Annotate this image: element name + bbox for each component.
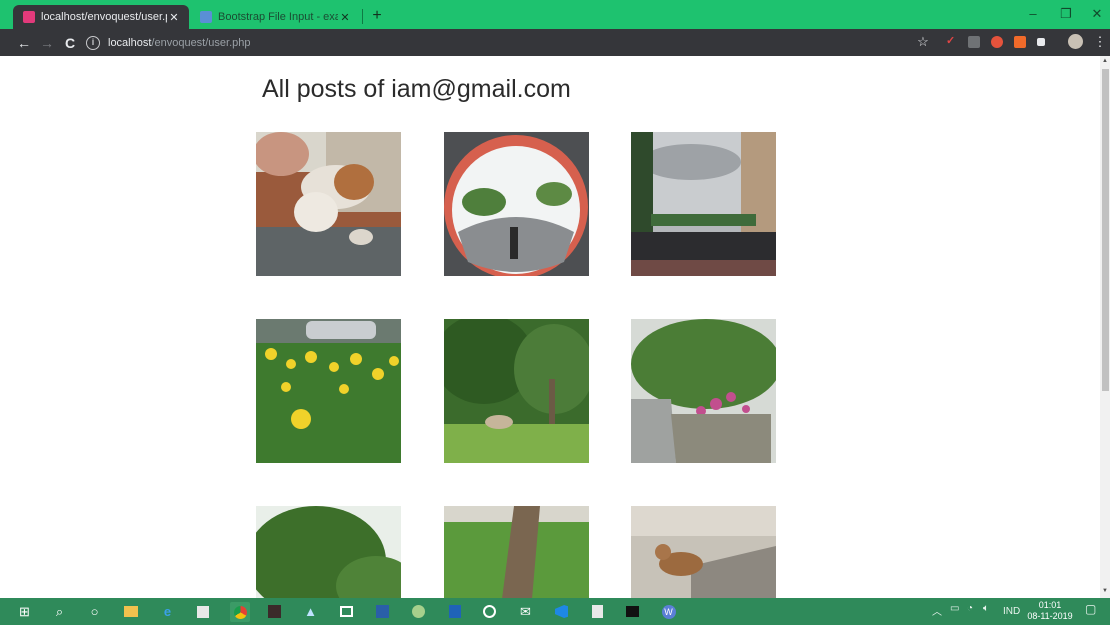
extension-red-check-icon[interactable]: ✓: [946, 35, 958, 47]
post-image[interactable]: [444, 132, 589, 276]
profile-avatar-icon[interactable]: [1068, 34, 1083, 49]
app-icon[interactable]: [374, 603, 391, 620]
edge-icon[interactable]: e: [159, 603, 176, 620]
close-tab-icon[interactable]: ✕: [167, 11, 181, 24]
camera-icon[interactable]: [338, 603, 355, 620]
reload-icon[interactable]: C: [60, 33, 80, 53]
post-image[interactable]: [256, 132, 401, 276]
post-image[interactable]: [631, 132, 776, 276]
restore-icon[interactable]: ❐: [1053, 5, 1079, 23]
whatsapp-icon[interactable]: [481, 603, 498, 620]
forward-icon[interactable]: →: [37, 33, 57, 53]
extension-e-icon[interactable]: [968, 36, 980, 48]
wifi-icon[interactable]: ◔: [967, 603, 973, 614]
mail-icon[interactable]: ✉: [517, 603, 534, 620]
bootstrap-favicon-icon: [200, 11, 212, 23]
windows-start-icon[interactable]: ⊞: [16, 603, 33, 620]
site-info-icon[interactable]: i: [86, 35, 100, 50]
browser-tab-strip: localhost/envoquest/user.php ✕ Bootstrap…: [0, 0, 1110, 29]
vscode-icon[interactable]: [553, 603, 570, 620]
search-icon[interactable]: ⌕: [51, 603, 68, 620]
extension-blue-icon[interactable]: [1037, 38, 1045, 46]
android-studio-icon[interactable]: [410, 603, 427, 620]
extension-shield-icon[interactable]: [991, 36, 1003, 48]
app-icon[interactable]: [266, 603, 283, 620]
page-scrollbar[interactable]: ▲ ▼: [1100, 56, 1110, 598]
back-icon[interactable]: ←: [14, 33, 34, 53]
notifications-icon[interactable]: ▢: [1085, 602, 1096, 616]
convex-mirror-photo: [444, 132, 589, 276]
post-image[interactable]: [631, 319, 776, 463]
app-icon[interactable]: ▲: [302, 603, 319, 620]
page-title: All posts of iam@gmail.com: [262, 75, 571, 103]
garden-palm-photo: [444, 319, 589, 463]
word-icon[interactable]: W: [660, 603, 677, 620]
tab-bootstrap-file-input[interactable]: Bootstrap File Input - examples ✕: [190, 5, 360, 29]
url-path: /envoquest/user.php: [151, 36, 251, 49]
close-tab-icon[interactable]: ✕: [338, 11, 352, 24]
post-image[interactable]: [444, 506, 589, 599]
battery-icon[interactable]: ▭: [950, 603, 959, 614]
post-image[interactable]: [256, 506, 401, 599]
new-tab-button[interactable]: +: [370, 7, 384, 25]
windows-taskbar: ⊞ ⌕ ○ e ▲ ✉ W ︿ ▭ ◔ 🔈︎ IND 01:01 08-11-2…: [0, 598, 1110, 625]
tab-title: localhost/envoquest/user.php: [41, 11, 167, 23]
clock-date: 08-11-2019: [1027, 611, 1073, 621]
extension-orange-icon[interactable]: [1014, 36, 1026, 48]
minimize-icon[interactable]: –: [1020, 5, 1046, 23]
show-hidden-icons-icon[interactable]: ︿: [932, 603, 942, 618]
dog-on-wall-photo: [631, 506, 776, 599]
yellow-flowers-photo: [256, 319, 401, 463]
volume-icon[interactable]: 🔈︎: [983, 603, 989, 614]
envoquest-favicon-icon: [23, 11, 35, 23]
menu-kebab-icon[interactable]: ⋮: [1092, 33, 1108, 51]
post-image[interactable]: [256, 319, 401, 463]
cortana-icon[interactable]: ○: [86, 603, 103, 620]
tab-user-php[interactable]: localhost/envoquest/user.php ✕: [13, 5, 189, 29]
tab-title: Bootstrap File Input - examples: [218, 11, 338, 23]
chrome-icon[interactable]: [230, 602, 250, 622]
virtualbox-icon[interactable]: [446, 603, 463, 620]
file-icon[interactable]: [589, 603, 606, 620]
browser-toolbar: ← → C i localhost/envoquest/user.php ☆ ✓…: [0, 29, 1110, 56]
clock-time: 01:01: [1038, 600, 1062, 610]
store-icon[interactable]: [194, 603, 211, 620]
address-bar[interactable]: i localhost/envoquest/user.php: [86, 32, 932, 53]
input-language[interactable]: IND: [1003, 606, 1020, 617]
bougainvillea-stairs-photo: [631, 319, 776, 463]
tree-trunk-photo: [444, 506, 589, 599]
bookmark-star-icon[interactable]: ☆: [915, 33, 931, 51]
puppy-photo: [256, 132, 401, 276]
terminal-icon[interactable]: [624, 603, 641, 620]
trees-photo: [256, 506, 401, 599]
post-image[interactable]: [444, 319, 589, 463]
parking-lot-photo: [631, 132, 776, 276]
taskbar-clock[interactable]: 01:01 08-11-2019: [1026, 600, 1074, 622]
post-image[interactable]: [631, 506, 776, 599]
scrollbar-thumb[interactable]: [1102, 69, 1109, 391]
close-window-icon[interactable]: ✕: [1084, 5, 1110, 23]
file-explorer-icon[interactable]: [122, 603, 139, 620]
scroll-up-icon[interactable]: ▲: [1101, 58, 1109, 64]
tab-divider: [362, 9, 363, 24]
scroll-down-icon[interactable]: ▼: [1101, 588, 1109, 594]
url-host: localhost: [108, 36, 152, 49]
